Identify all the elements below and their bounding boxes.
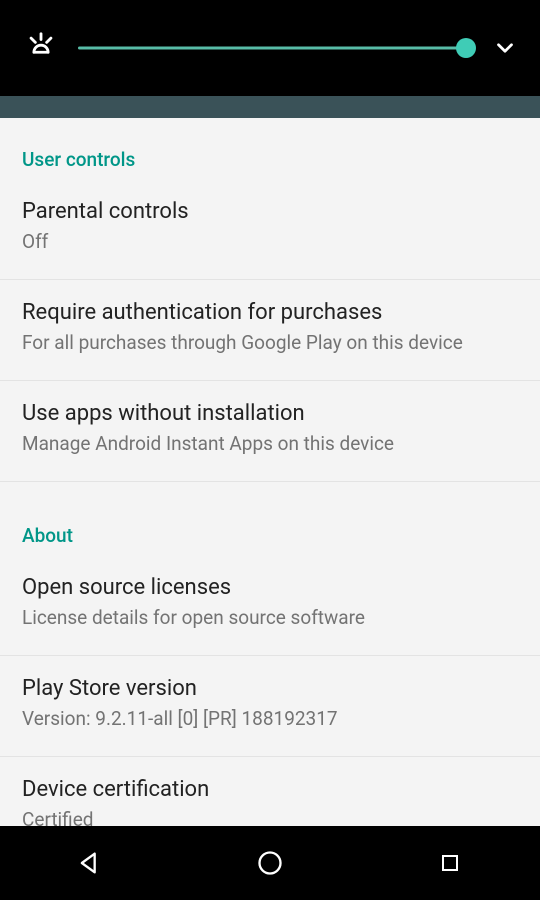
item-open-source[interactable]: Open source licenses License details for… — [0, 555, 540, 656]
category-about: About — [0, 494, 540, 555]
item-title: Require authentication for purchases — [22, 298, 518, 328]
item-title: Parental controls — [22, 197, 518, 227]
item-title: Open source licenses — [22, 573, 518, 603]
item-title: Device certification — [22, 775, 518, 805]
volume-thumb[interactable] — [456, 38, 476, 58]
item-subtitle: Manage Android Instant Apps on this devi… — [22, 431, 518, 457]
volume-slider[interactable] — [78, 33, 466, 63]
item-parental-controls[interactable]: Parental controls Off — [0, 179, 540, 280]
item-subtitle: Version: 9.2.11-all [0] [PR] 188192317 — [22, 706, 518, 732]
item-title: Use apps without installation — [22, 399, 518, 429]
category-user-controls: User controls — [0, 118, 540, 179]
settings-list[interactable]: User controls Parental controls Off Requ… — [0, 118, 540, 826]
back-button[interactable] — [54, 834, 126, 892]
app-bar — [0, 96, 540, 118]
item-subtitle: For all purchases through Google Play on… — [22, 330, 518, 356]
item-subtitle: Certified — [22, 807, 518, 826]
volume-track — [78, 47, 466, 50]
ringer-icon — [18, 25, 64, 71]
recent-apps-button[interactable] — [414, 834, 486, 892]
item-require-auth[interactable]: Require authentication for purchases For… — [0, 280, 540, 381]
home-button[interactable] — [234, 834, 306, 892]
item-subtitle: Off — [22, 229, 518, 255]
item-device-certification[interactable]: Device certification Certified — [0, 757, 540, 826]
expand-icon[interactable] — [488, 31, 522, 65]
navigation-bar — [0, 826, 540, 900]
volume-panel — [0, 0, 540, 96]
item-title: Play Store version — [22, 674, 518, 704]
item-subtitle: License details for open source software — [22, 605, 518, 631]
item-play-store-version[interactable]: Play Store version Version: 9.2.11-all [… — [0, 656, 540, 757]
item-instant-apps[interactable]: Use apps without installation Manage And… — [0, 381, 540, 482]
